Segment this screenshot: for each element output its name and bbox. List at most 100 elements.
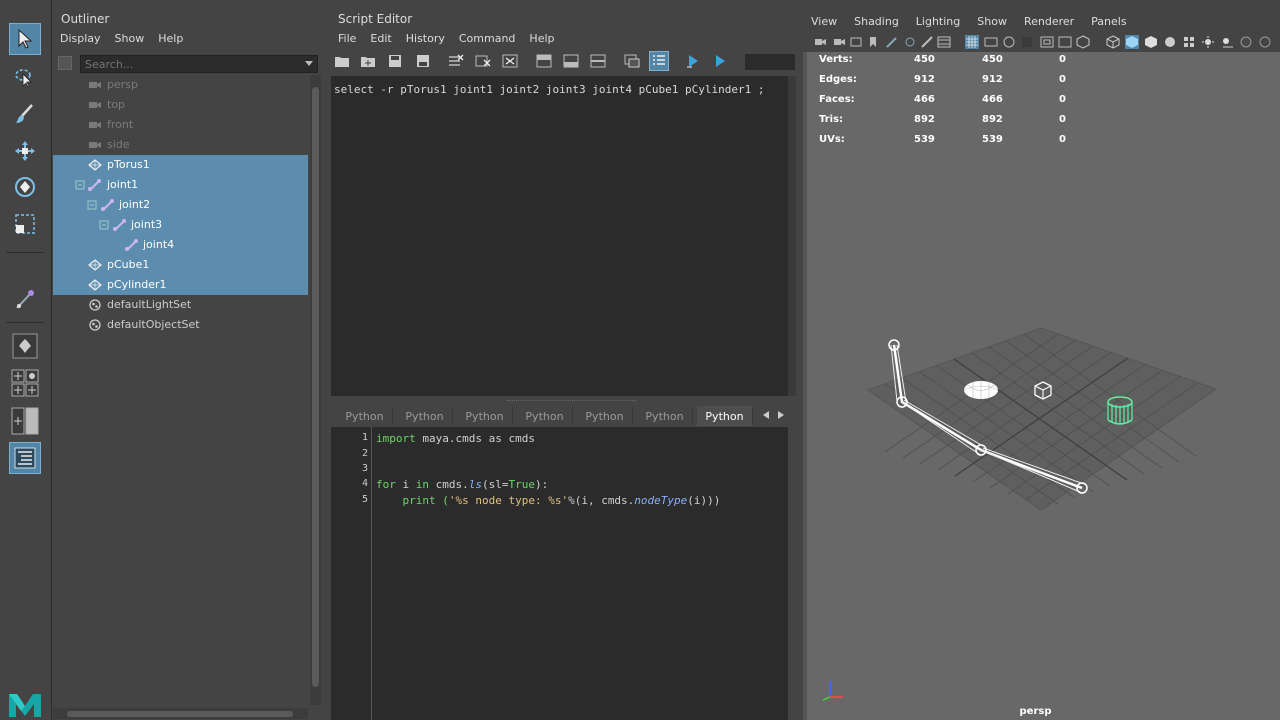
tab-python-5[interactable]: Python xyxy=(577,406,633,426)
lights-icon[interactable] xyxy=(1201,35,1215,49)
tab-scroll-left-icon[interactable] xyxy=(763,411,769,419)
script-input-pane[interactable]: 1 2 3 4 5 import maya.cmds as cmds for i… xyxy=(331,427,788,720)
tree-item-joint1[interactable]: joint1 xyxy=(53,175,308,195)
scale-tool-button[interactable] xyxy=(9,208,41,240)
checker-icon[interactable] xyxy=(1182,35,1196,49)
anti-aliasing-icon[interactable] xyxy=(1258,35,1272,49)
tree-item-pcube1[interactable]: pCube1 xyxy=(53,255,308,275)
tree-item-defaultobjectset[interactable]: defaultObjectSet xyxy=(53,315,308,335)
wireframe-cube-icon[interactable] xyxy=(1106,35,1120,49)
open-script-button[interactable] xyxy=(332,51,352,71)
outliner-menu-display[interactable]: Display xyxy=(53,31,108,49)
script-quick-field[interactable] xyxy=(745,54,795,70)
show-both-button[interactable] xyxy=(588,51,608,71)
execute-all-button[interactable] xyxy=(710,51,730,71)
last-tool-button[interactable] xyxy=(9,283,41,315)
tree-item-joint2[interactable]: joint2 xyxy=(53,195,308,215)
tree-item-side[interactable]: side xyxy=(53,135,308,155)
outliner-horizontal-scrollbar[interactable] xyxy=(53,708,308,719)
wireframe-on-shaded-icon[interactable] xyxy=(1144,35,1158,49)
filter-icon[interactable] xyxy=(58,56,72,70)
show-history-button[interactable] xyxy=(534,51,554,71)
tab-scroll-right-icon[interactable] xyxy=(778,411,784,419)
collapse-icon[interactable] xyxy=(75,179,89,191)
vp-menu-shading[interactable]: Shading xyxy=(854,15,906,28)
tab-python-2[interactable]: Python xyxy=(397,406,453,426)
se-menu-edit[interactable]: Edit xyxy=(363,31,398,49)
clear-history-button[interactable] xyxy=(446,51,466,71)
outliner-search-input[interactable] xyxy=(81,56,291,72)
se-menu-file[interactable]: File xyxy=(331,31,363,49)
ambient-occlusion-icon[interactable] xyxy=(1239,35,1253,49)
tree-item-ptorus1[interactable]: pTorus1 xyxy=(53,155,308,175)
tree-item-top[interactable]: top xyxy=(53,95,308,115)
lasso-tool-button[interactable] xyxy=(9,62,41,94)
film-gate-icon[interactable] xyxy=(937,35,951,49)
chevron-down-icon[interactable] xyxy=(305,61,313,66)
tab-python-1[interactable]: Python xyxy=(337,406,393,426)
tab-python-3[interactable]: Python xyxy=(457,406,513,426)
outliner-vertical-scrollbar[interactable] xyxy=(310,75,321,705)
execute-selected-button[interactable] xyxy=(683,51,703,71)
clear-all-button[interactable] xyxy=(500,51,520,71)
history-scrollbar[interactable] xyxy=(788,76,796,396)
se-menu-command[interactable]: Command xyxy=(452,31,523,49)
outliner-search-field[interactable] xyxy=(80,55,318,73)
vp-menu-lighting[interactable]: Lighting xyxy=(916,15,967,28)
vp-menu-panels[interactable]: Panels xyxy=(1091,15,1133,28)
outliner-menu-help[interactable]: Help xyxy=(151,31,190,49)
tree-item-joint4[interactable]: joint4 xyxy=(53,235,308,255)
paint-select-tool-button[interactable] xyxy=(9,98,41,130)
scene-view[interactable] xyxy=(803,52,1280,720)
four-pane-layout-button[interactable] xyxy=(9,368,41,398)
select-tool-button[interactable] xyxy=(9,23,41,55)
shadows-icon[interactable] xyxy=(1220,35,1234,49)
tab-python-7[interactable]: Python xyxy=(697,406,753,426)
resolution-gate-icon[interactable] xyxy=(984,35,998,49)
source-script-button[interactable] xyxy=(358,51,378,71)
safe-title-icon[interactable] xyxy=(1058,35,1072,49)
vp-menu-view[interactable]: View xyxy=(811,15,844,28)
rotate-tool-button[interactable] xyxy=(9,171,41,203)
clear-input-button[interactable] xyxy=(473,51,493,71)
collapse-icon[interactable] xyxy=(99,219,113,231)
echo-commands-button[interactable] xyxy=(622,51,642,71)
image-plane-icon[interactable] xyxy=(849,35,863,49)
tree-item-persp[interactable]: persp xyxy=(53,75,308,95)
gate-mask-icon[interactable] xyxy=(1002,35,1016,49)
show-input-button[interactable] xyxy=(561,51,581,71)
tree-item-pcylinder1[interactable]: pCylinder1 xyxy=(53,275,308,295)
pane-splitter[interactable] xyxy=(507,400,637,403)
outliner-layout-button[interactable] xyxy=(9,442,41,474)
viewport-panel[interactable]: View Shading Lighting Show Renderer Pane… xyxy=(803,0,1280,720)
select-camera-icon[interactable] xyxy=(813,35,827,49)
line-numbers-button[interactable] xyxy=(649,51,669,71)
tab-python-4[interactable]: Python xyxy=(517,406,573,426)
camera-attributes-icon[interactable] xyxy=(832,35,846,49)
tree-item-defaultlightset[interactable]: defaultLightSet xyxy=(53,295,308,315)
grid-icon[interactable] xyxy=(965,35,979,49)
vp-menu-show[interactable]: Show xyxy=(977,15,1014,28)
collapse-icon[interactable] xyxy=(87,199,101,211)
outliner-menu-show[interactable]: Show xyxy=(108,31,152,49)
script-history-pane[interactable]: select -r pTorus1 joint1 joint2 joint3 j… xyxy=(331,76,792,396)
field-chart-icon[interactable] xyxy=(1020,35,1034,49)
torus-mesh[interactable] xyxy=(963,381,999,399)
tree-item-joint3[interactable]: joint3 xyxy=(53,215,308,235)
safe-action-icon[interactable] xyxy=(1040,35,1054,49)
2d-pan-zoom-icon[interactable] xyxy=(903,35,917,49)
move-tool-button[interactable] xyxy=(9,135,41,167)
bookmark-icon[interactable] xyxy=(866,35,880,49)
se-menu-history[interactable]: History xyxy=(399,31,452,49)
tab-python-6[interactable]: Python xyxy=(637,406,693,426)
single-pane-layout-button[interactable] xyxy=(9,330,41,362)
vp-menu-renderer[interactable]: Renderer xyxy=(1024,15,1081,28)
pencil-icon[interactable] xyxy=(920,35,934,49)
wireframe-icon[interactable] xyxy=(1076,35,1090,49)
grease-pencil-icon[interactable] xyxy=(885,35,899,49)
smooth-shade-icon[interactable] xyxy=(1125,35,1139,49)
save-to-shelf-button[interactable] xyxy=(413,51,433,71)
se-menu-help[interactable]: Help xyxy=(522,31,561,49)
save-script-button[interactable] xyxy=(385,51,405,71)
two-pane-layout-button[interactable] xyxy=(9,405,41,437)
